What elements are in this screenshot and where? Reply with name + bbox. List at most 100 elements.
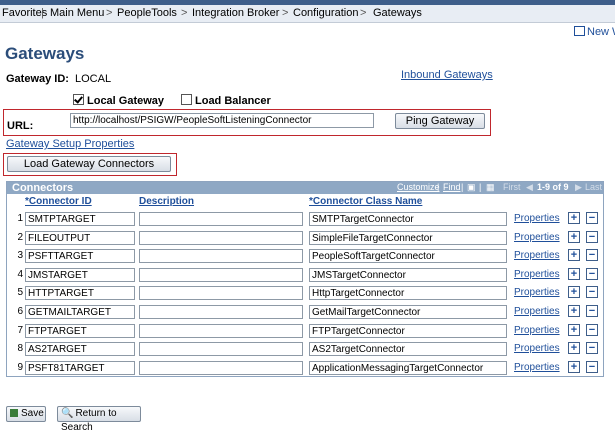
add-row-icon[interactable]: + <box>568 305 580 317</box>
row-number: 8 <box>17 343 23 355</box>
grid-separator: | <box>479 182 482 192</box>
add-row-icon[interactable]: + <box>568 342 580 355</box>
add-row-icon[interactable]: + <box>568 212 580 224</box>
gateway-id-value: LOCAL <box>75 73 112 85</box>
breadcrumb-integration-broker[interactable]: Integration Broker <box>192 7 279 19</box>
connector-class-input[interactable]: SimpleFileTargetConnector <box>309 230 507 245</box>
description-input[interactable] <box>139 323 303 338</box>
connector-id-input[interactable]: SMTPTARGET <box>25 212 135 226</box>
properties-link[interactable]: Properties <box>514 287 560 298</box>
connector-class-input[interactable]: SMTPTargetConnector <box>309 212 507 226</box>
add-row-icon[interactable]: + <box>568 323 580 336</box>
connector-id-input[interactable]: GETMAILTARGET <box>25 305 135 319</box>
properties-link[interactable]: Properties <box>514 343 560 354</box>
breadcrumb: Favorites | Main Menu > PeopleTools > In… <box>0 5 615 23</box>
grid-title: Connectors <box>12 182 74 194</box>
connector-id-input[interactable]: AS2TARGET <box>25 342 135 357</box>
last-arrow-icon: ▶ <box>575 182 582 192</box>
description-input[interactable] <box>139 249 303 264</box>
breadcrumb-configuration[interactable]: Configuration <box>293 7 358 19</box>
url-input[interactable]: http://localhost/PSIGW/PeopleSoftListeni… <box>70 113 374 128</box>
connector-class-input[interactable]: GetMailTargetConnector <box>309 305 507 319</box>
row-number: 2 <box>17 231 23 243</box>
grid-separator: | <box>461 182 464 192</box>
connector-id-input[interactable]: FILEOUTPUT <box>25 230 135 245</box>
row-number: 6 <box>17 306 23 317</box>
column-description[interactable]: Description <box>139 196 194 210</box>
chevron-right-icon: > <box>360 7 367 19</box>
properties-link[interactable]: Properties <box>514 213 560 224</box>
new-window-label: New W <box>587 26 615 38</box>
connector-class-input[interactable]: ApplicationMessagingTargetConnector <box>309 360 507 375</box>
column-connector-id[interactable]: *Connector ID <box>25 196 92 210</box>
description-input[interactable] <box>139 342 303 357</box>
add-row-icon[interactable]: + <box>568 360 580 373</box>
download-icon[interactable]: ▦ <box>486 182 495 193</box>
description-input[interactable] <box>139 286 303 301</box>
delete-row-icon[interactable]: − <box>586 212 598 224</box>
delete-row-icon[interactable]: − <box>586 230 598 243</box>
properties-link[interactable]: Properties <box>514 325 560 336</box>
add-row-icon[interactable]: + <box>568 286 580 299</box>
find-link[interactable]: Find <box>443 182 461 192</box>
connector-id-input[interactable]: PSFT81TARGET <box>25 360 135 375</box>
row-number: 9 <box>17 361 23 373</box>
connector-class-input[interactable]: HttpTargetConnector <box>309 286 507 301</box>
connector-class-input[interactable]: AS2TargetConnector <box>309 342 507 357</box>
return-to-search-button[interactable]: 🔍 Return to Search <box>57 406 141 433</box>
properties-link[interactable]: Properties <box>514 306 560 317</box>
customize-link[interactable]: Customize <box>397 182 440 192</box>
table-row: 8 AS2TARGET AS2TargetConnector Properties + − <box>7 340 603 358</box>
connector-class-input[interactable]: FTPTargetConnector <box>309 323 507 338</box>
save-icon <box>10 409 18 417</box>
breadcrumb-main-menu[interactable]: Main Menu <box>50 7 104 19</box>
breadcrumb-peopletools[interactable]: PeopleTools <box>117 7 177 19</box>
add-row-icon[interactable]: + <box>568 267 580 280</box>
save-label: Save <box>21 408 44 419</box>
connector-class-input[interactable]: PeopleSoftTargetConnector <box>309 249 507 264</box>
column-connector-class[interactable]: *Connector Class Name <box>309 196 422 210</box>
gateway-setup-properties-link[interactable]: Gateway Setup Properties <box>6 138 134 150</box>
description-input[interactable] <box>139 212 303 226</box>
properties-link[interactable]: Properties <box>514 250 560 261</box>
delete-row-icon[interactable]: − <box>586 342 598 355</box>
table-row: 2 FILEOUTPUT SimpleFileTargetConnector Prop… <box>7 229 603 247</box>
description-input[interactable] <box>139 360 303 375</box>
connector-id-input[interactable]: HTTPTARGET <box>25 286 135 301</box>
connector-id-input[interactable]: FTPTARGET <box>25 323 135 338</box>
connector-id-input[interactable]: PSFTTARGET <box>25 249 135 264</box>
ping-gateway-button[interactable]: Ping Gateway <box>395 113 485 129</box>
view-all-icon[interactable]: ▣ <box>467 182 476 193</box>
local-gateway-checkbox[interactable] <box>73 94 84 105</box>
page-title: Gateways <box>5 44 85 63</box>
chevron-right-icon: > <box>106 7 113 19</box>
connector-id-input[interactable]: JMSTARGET <box>25 267 135 282</box>
properties-link[interactable]: Properties <box>514 269 560 280</box>
add-row-icon[interactable]: + <box>568 249 580 262</box>
delete-row-icon[interactable]: − <box>586 267 598 280</box>
table-row: 3 PSFTTARGET PeopleSoftTargetConnector Prop… <box>7 247 603 265</box>
new-window-link[interactable]: New W <box>574 26 615 38</box>
properties-link[interactable]: Properties <box>514 232 560 243</box>
description-input[interactable] <box>139 267 303 282</box>
delete-row-icon[interactable]: − <box>586 249 598 262</box>
first-arrow-icon: ◀ <box>526 182 533 192</box>
properties-link[interactable]: Properties <box>514 362 560 373</box>
grid-separator: | <box>437 182 440 192</box>
load-balancer-checkbox[interactable] <box>181 94 192 105</box>
delete-row-icon[interactable]: − <box>586 323 598 336</box>
save-button[interactable]: Save <box>6 406 46 422</box>
load-gateway-connectors-button[interactable]: Load Gateway Connectors <box>7 156 171 172</box>
row-number: 7 <box>17 324 23 336</box>
table-row: 1 SMTPTARGET SMTPTargetConnector Properties… <box>7 210 603 228</box>
delete-row-icon[interactable]: − <box>586 286 598 299</box>
delete-row-icon[interactable]: − <box>586 305 598 317</box>
delete-row-icon[interactable]: − <box>586 360 598 373</box>
connector-class-input[interactable]: JMSTargetConnector <box>309 267 507 282</box>
chevron-right-icon: > <box>181 7 188 19</box>
description-input[interactable] <box>139 230 303 245</box>
table-row: 7 FTPTARGET FTPTargetConnector Properties + − <box>7 322 603 340</box>
description-input[interactable] <box>139 305 303 319</box>
add-row-icon[interactable]: + <box>568 230 580 243</box>
inbound-gateways-link[interactable]: Inbound Gateways <box>401 69 493 81</box>
